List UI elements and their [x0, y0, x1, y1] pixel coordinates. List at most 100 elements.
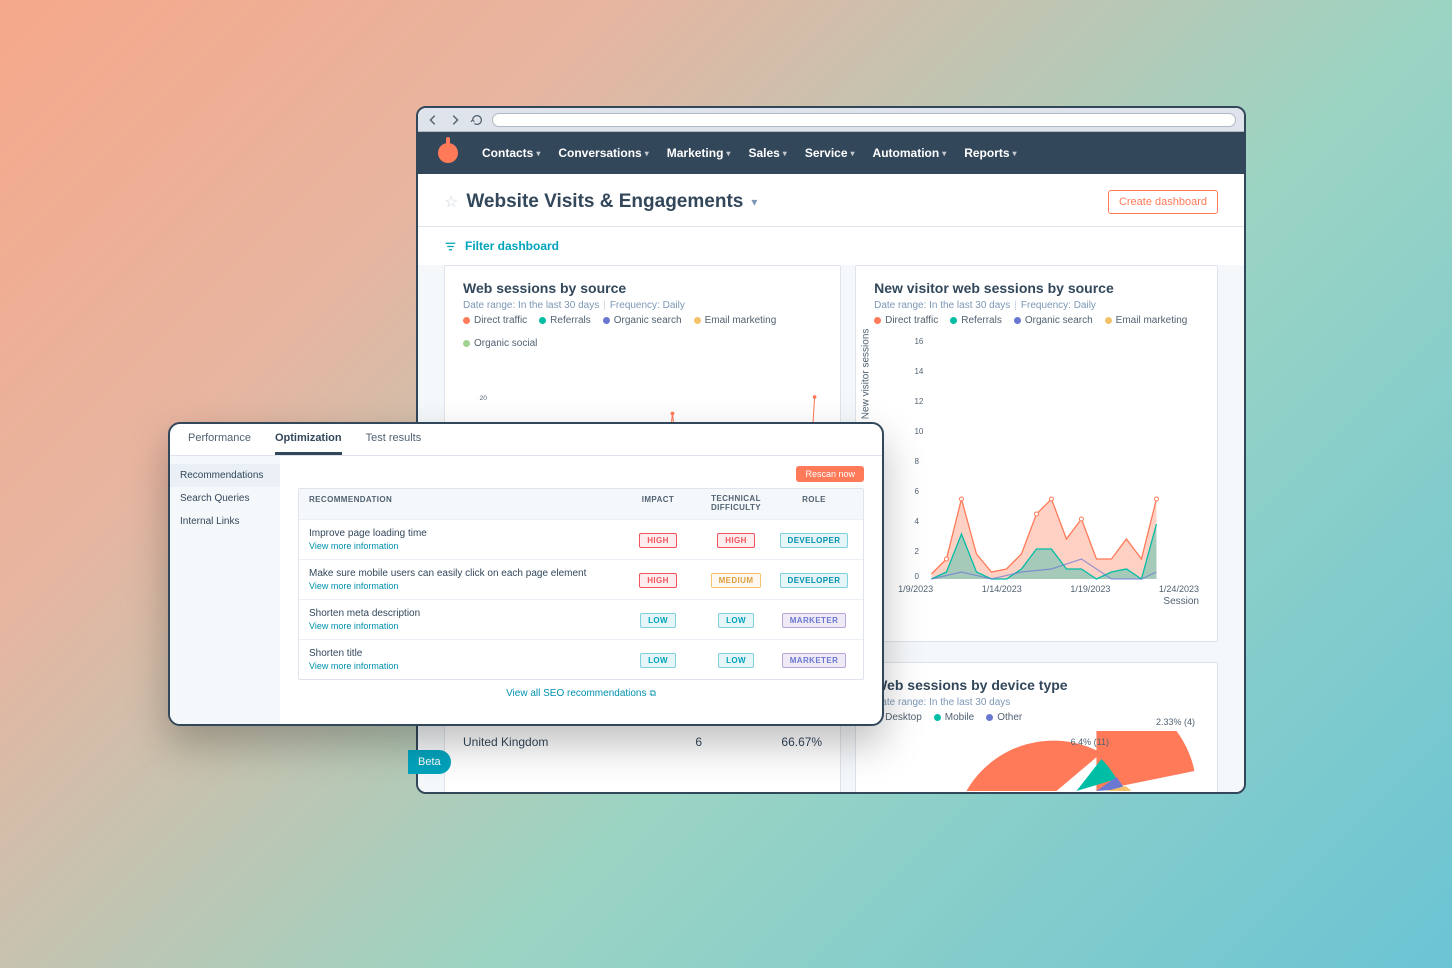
pie-slice-label: 6.4% (11) [1071, 737, 1109, 747]
page-header: ☆ Website Visits & Engagements ▾ Create … [418, 174, 1244, 227]
impact-badge: LOW [640, 613, 676, 628]
svg-text:2: 2 [915, 547, 920, 556]
chevron-down-icon: ▾ [726, 149, 730, 158]
hubspot-logo-icon[interactable] [438, 143, 458, 163]
nav-conversations[interactable]: Conversations▾ [558, 146, 648, 160]
svg-text:10: 10 [915, 427, 924, 436]
nav-reports[interactable]: Reports▾ [964, 146, 1016, 160]
y-axis-label: New visitor sessions [861, 329, 872, 420]
filter-icon [444, 240, 457, 253]
nav-sales[interactable]: Sales▾ [748, 146, 786, 160]
recommendation-title: Improve page loading time [309, 528, 619, 539]
card-subtitle: Date range: In the last 30 days|Frequenc… [874, 300, 1199, 311]
pie-slice-label: 2.33% (4) [1156, 717, 1195, 727]
svg-text:0: 0 [915, 572, 920, 581]
table-row: Shorten title View more information LOW … [299, 639, 863, 679]
recommendations-table: RECOMMENDATION IMPACT TECHNICAL DIFFICUL… [298, 488, 864, 680]
reload-icon[interactable] [470, 113, 484, 127]
difficulty-badge: LOW [718, 653, 754, 668]
view-more-link[interactable]: View more information [309, 621, 619, 631]
chart-area: New visitor sessions 16 14 12 10 8 6 4 2… [874, 334, 1199, 584]
modal-tabs: Performance Optimization Test results [170, 424, 882, 456]
view-more-link[interactable]: View more information [309, 661, 619, 671]
chevron-down-icon: ▾ [942, 149, 946, 158]
chevron-down-icon: ▾ [1013, 149, 1017, 158]
chart-legend: Desktop Mobile Other [874, 712, 1199, 723]
nav-marketing[interactable]: Marketing▾ [667, 146, 731, 160]
star-icon[interactable]: ☆ [444, 192, 458, 212]
card-subtitle: Date range: In the last 30 days|Frequenc… [463, 300, 822, 311]
hubspot-nav: Contacts▾ Conversations▾ Marketing▾ Sale… [418, 132, 1244, 174]
external-link-icon: ⧉ [650, 688, 656, 698]
rescan-button[interactable]: Rescan now [796, 466, 864, 482]
back-icon[interactable] [426, 113, 440, 127]
impact-badge: HIGH [639, 573, 677, 588]
nav-contacts[interactable]: Contacts▾ [482, 146, 540, 160]
device-type-card: Web sessions by device type Date range: … [855, 662, 1218, 794]
chevron-down-icon: ▾ [645, 149, 649, 158]
table-row[interactable]: United Kingdom 6 66.67% [463, 725, 822, 758]
svg-text:16: 16 [915, 337, 924, 346]
nav-service[interactable]: Service▾ [805, 146, 855, 160]
recommendation-title: Shorten meta description [309, 608, 619, 619]
modal-sidebar: Recommendations Search Queries Internal … [170, 456, 280, 724]
table-row: Make sure mobile users can easily click … [299, 559, 863, 599]
chart-legend: Direct traffic Referrals Organic search … [874, 315, 1199, 326]
svg-text:14: 14 [915, 367, 924, 376]
svg-text:4: 4 [915, 517, 920, 526]
table-row: Shorten meta description View more infor… [299, 599, 863, 639]
card-title: Web sessions by source [463, 280, 822, 296]
pie-svg [874, 731, 1199, 791]
svg-text:12: 12 [915, 397, 924, 406]
new-visitor-sessions-card: New visitor web sessions by source Date … [855, 265, 1218, 642]
card-subtitle: Date range: In the last 30 days [874, 697, 1199, 708]
tab-test-results[interactable]: Test results [366, 432, 422, 455]
x-axis-label: Session [874, 596, 1199, 607]
role-badge: DEVELOPER [780, 533, 849, 548]
sidebar-item-recommendations[interactable]: Recommendations [170, 464, 280, 487]
role-badge: MARKETER [782, 613, 847, 628]
filter-bar[interactable]: Filter dashboard [418, 227, 1244, 265]
chevron-down-icon[interactable]: ▾ [751, 195, 757, 209]
role-badge: MARKETER [782, 653, 847, 668]
sidebar-item-internal-links[interactable]: Internal Links [170, 510, 280, 533]
url-bar[interactable] [492, 113, 1236, 127]
svg-text:20: 20 [479, 395, 487, 402]
modal-body: Recommendations Search Queries Internal … [170, 456, 882, 724]
modal-main: Rescan now RECOMMENDATION IMPACT TECHNIC… [280, 456, 882, 724]
sidebar-item-search-queries[interactable]: Search Queries [170, 487, 280, 510]
view-all-link[interactable]: View all SEO recommendations⧉ [298, 680, 864, 707]
table-header: RECOMMENDATION IMPACT TECHNICAL DIFFICUL… [299, 489, 863, 519]
x-axis-ticks: 1/9/2023 1/14/2023 1/19/2023 1/24/2023 [874, 584, 1199, 594]
browser-toolbar [418, 108, 1244, 132]
view-more-link[interactable]: View more information [309, 541, 619, 551]
tab-performance[interactable]: Performance [188, 432, 251, 455]
role-badge: DEVELOPER [780, 573, 849, 588]
forward-icon[interactable] [448, 113, 462, 127]
impact-badge: HIGH [639, 533, 677, 548]
nav-automation[interactable]: Automation▾ [873, 146, 947, 160]
filter-label: Filter dashboard [465, 239, 559, 253]
recommendation-title: Shorten title [309, 648, 619, 659]
pie-chart: 2.33% (4) 6.4% (11) [874, 731, 1199, 791]
area-chart: 16 14 12 10 8 6 4 2 0 [874, 334, 1199, 584]
table-row: Improve page loading time View more info… [299, 519, 863, 559]
difficulty-badge: HIGH [717, 533, 755, 548]
impact-badge: LOW [640, 653, 676, 668]
create-dashboard-button[interactable]: Create dashboard [1108, 190, 1218, 214]
chevron-down-icon: ▾ [783, 149, 787, 158]
recommendation-title: Make sure mobile users can easily click … [309, 568, 619, 579]
beta-badge[interactable]: Beta [408, 750, 451, 774]
chevron-down-icon: ▾ [536, 149, 540, 158]
page-title: Website Visits & Engagements [466, 191, 743, 213]
difficulty-badge: LOW [718, 613, 754, 628]
svg-text:6: 6 [915, 487, 920, 496]
tab-optimization[interactable]: Optimization [275, 432, 342, 455]
card-title: Web sessions by device type [874, 677, 1199, 693]
chart-legend: Direct traffic Referrals Organic search … [463, 315, 822, 349]
difficulty-badge: MEDIUM [711, 573, 762, 588]
view-more-link[interactable]: View more information [309, 581, 619, 591]
optimization-modal: Performance Optimization Test results Re… [168, 422, 884, 726]
card-title: New visitor web sessions by source [874, 280, 1199, 296]
chevron-down-icon: ▾ [851, 149, 855, 158]
